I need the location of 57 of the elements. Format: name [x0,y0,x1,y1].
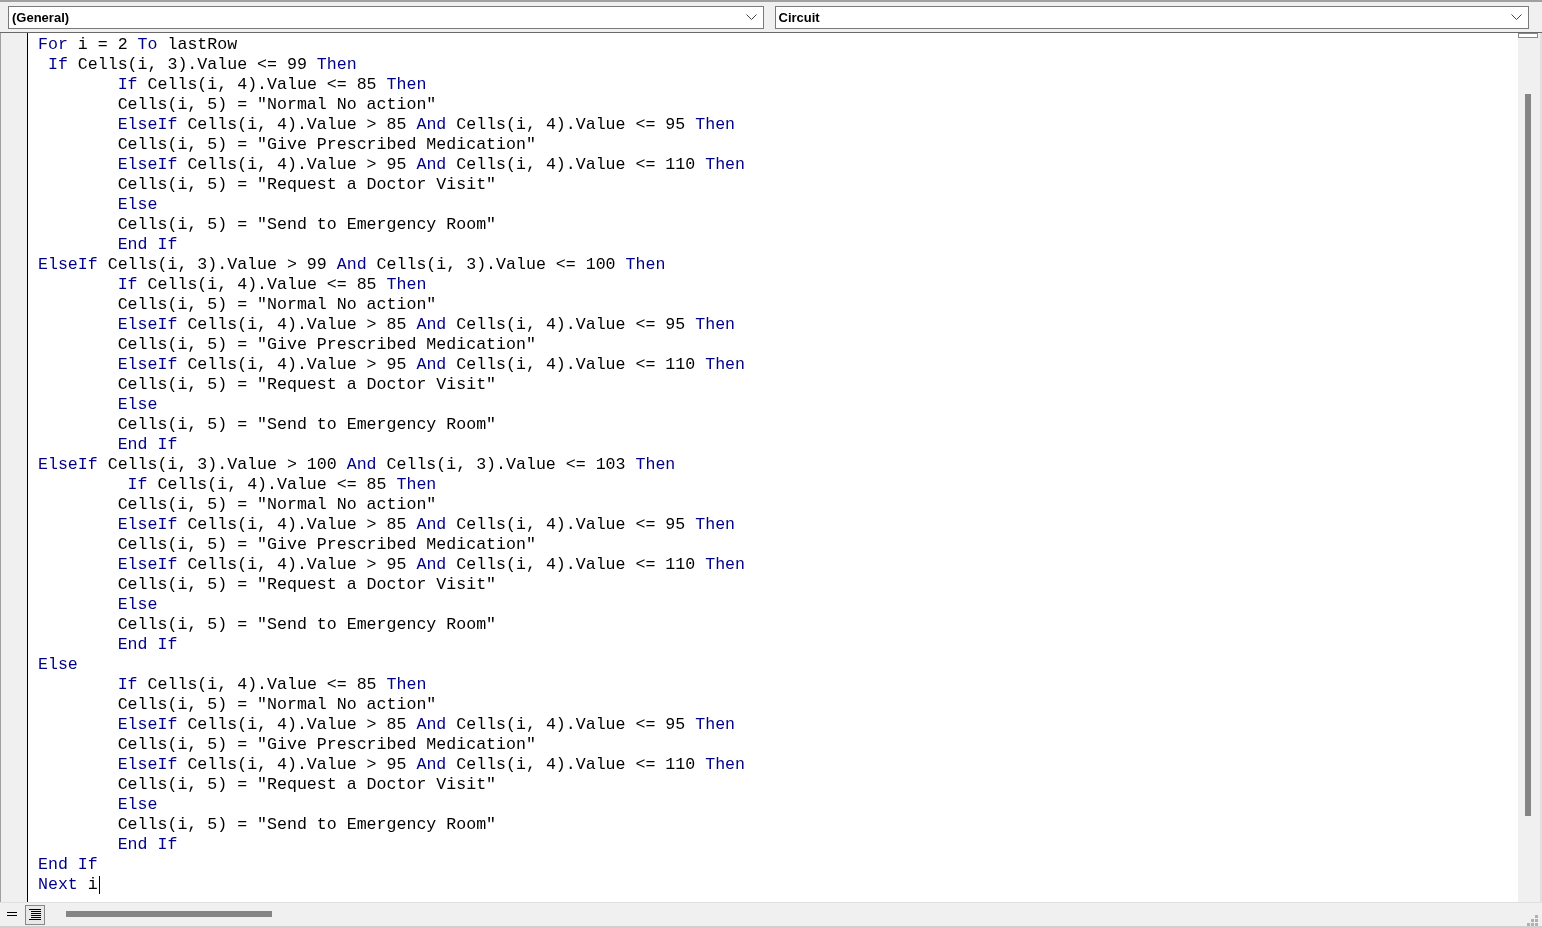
code-line: Cells(i, 5) = "Send to Emergency Room" [116,815,497,835]
code-line: Cells(i, 5) = "Normal No action" [116,695,437,715]
vertical-scrollbar[interactable] [1518,33,1542,902]
full-module-view-button[interactable] [25,904,45,925]
code-line: Else [116,795,158,815]
split-bar-handle[interactable] [1518,33,1538,38]
text-cursor [98,876,100,894]
code-line: Next i [38,875,100,895]
code-line: ElseIf Cells(i, 4).Value > 95 And Cells(i, 4).Value <= 110 Then [116,155,746,175]
code-line: Cells(i, 5) = "Request a Doctor Visit" [116,375,497,395]
code-line: Cells(i, 5) = "Send to Emergency Room" [116,615,497,635]
code-line: ElseIf Cells(i, 4).Value > 95 And Cells(i, 4).Value <= 110 Then [116,355,746,375]
code-line: Cells(i, 5) = "Normal No action" [116,495,437,515]
code-editor[interactable] [28,33,1518,902]
object-dropdown[interactable]: (General) [8,5,764,29]
code-line: If Cells(i, 4).Value <= 85 Then [116,675,427,695]
code-line: ElseIf Cells(i, 4).Value > 85 And Cells(i, 4).Value <= 95 Then [116,715,736,735]
code-line: If Cells(i, 3).Value <= 99 Then [46,55,357,75]
scrollbar-thumb[interactable] [66,911,272,917]
code-line: Cells(i, 5) = "Request a Doctor Visit" [116,775,497,795]
code-line: ElseIf Cells(i, 4).Value > 95 And Cells(i, 4).Value <= 110 Then [116,555,746,575]
code-line: Cells(i, 5) = "Give Prescribed Medication" [116,335,536,355]
code-line: Else [116,195,158,215]
code-line: ElseIf Cells(i, 3).Value > 100 And Cells(i, 3).Value <= 103 Then [38,455,676,475]
code-line: Cells(i, 5) = "Give Prescribed Medication" [116,135,536,155]
code-line: End If [38,855,98,875]
chevron-down-icon [745,14,757,20]
code-line: Else [116,395,158,415]
code-line: Cells(i, 5) = "Normal No action" [116,295,437,315]
code-line: ElseIf Cells(i, 4).Value > 85 And Cells(i, 4).Value <= 95 Then [116,315,736,335]
code-line: ElseIf Cells(i, 4).Value > 95 And Cells(i, 4).Value <= 110 Then [116,755,746,775]
lines-icon [7,911,17,918]
code-line: End If [116,635,178,655]
lines-icon [29,909,41,920]
code-line: For i = 2 To lastRow [38,35,238,55]
code-line: Cells(i, 5) = "Normal No action" [116,95,437,115]
code-line: Else [116,595,158,615]
code-line: Cells(i, 5) = "Request a Doctor Visit" [116,175,497,195]
code-line: Cells(i, 5) = "Give Prescribed Medication" [116,535,536,555]
code-line: Cells(i, 5) = "Send to Emergency Room" [116,215,497,235]
code-line: ElseIf Cells(i, 4).Value > 85 And Cells(i, 4).Value <= 95 Then [116,115,736,135]
scrollbar-thumb[interactable] [1525,94,1531,816]
code-line: End If [116,235,178,255]
code-line: End If [116,435,178,455]
code-line: Cells(i, 5) = "Request a Doctor Visit" [116,575,497,595]
code-line: End If [116,835,178,855]
procedure-dropdown[interactable]: Circuit [774,5,1529,29]
code-line: If Cells(i, 4).Value <= 85 Then [126,475,437,495]
code-line: Cells(i, 5) = "Send to Emergency Room" [116,415,497,435]
code-line: If Cells(i, 4).Value <= 85 Then [116,75,427,95]
resize-grip-icon[interactable] [1526,915,1538,926]
code-line: If Cells(i, 4).Value <= 85 Then [116,275,427,295]
code-line: Else [38,655,78,675]
chevron-down-icon [1511,14,1522,20]
code-line: Cells(i, 5) = "Give Prescribed Medication" [116,735,536,755]
code-line: ElseIf Cells(i, 4).Value > 85 And Cells(i, 4).Value <= 95 Then [116,515,736,535]
code-line: ElseIf Cells(i, 3).Value > 99 And Cells(i, 3).Value <= 100 Then [38,255,666,275]
